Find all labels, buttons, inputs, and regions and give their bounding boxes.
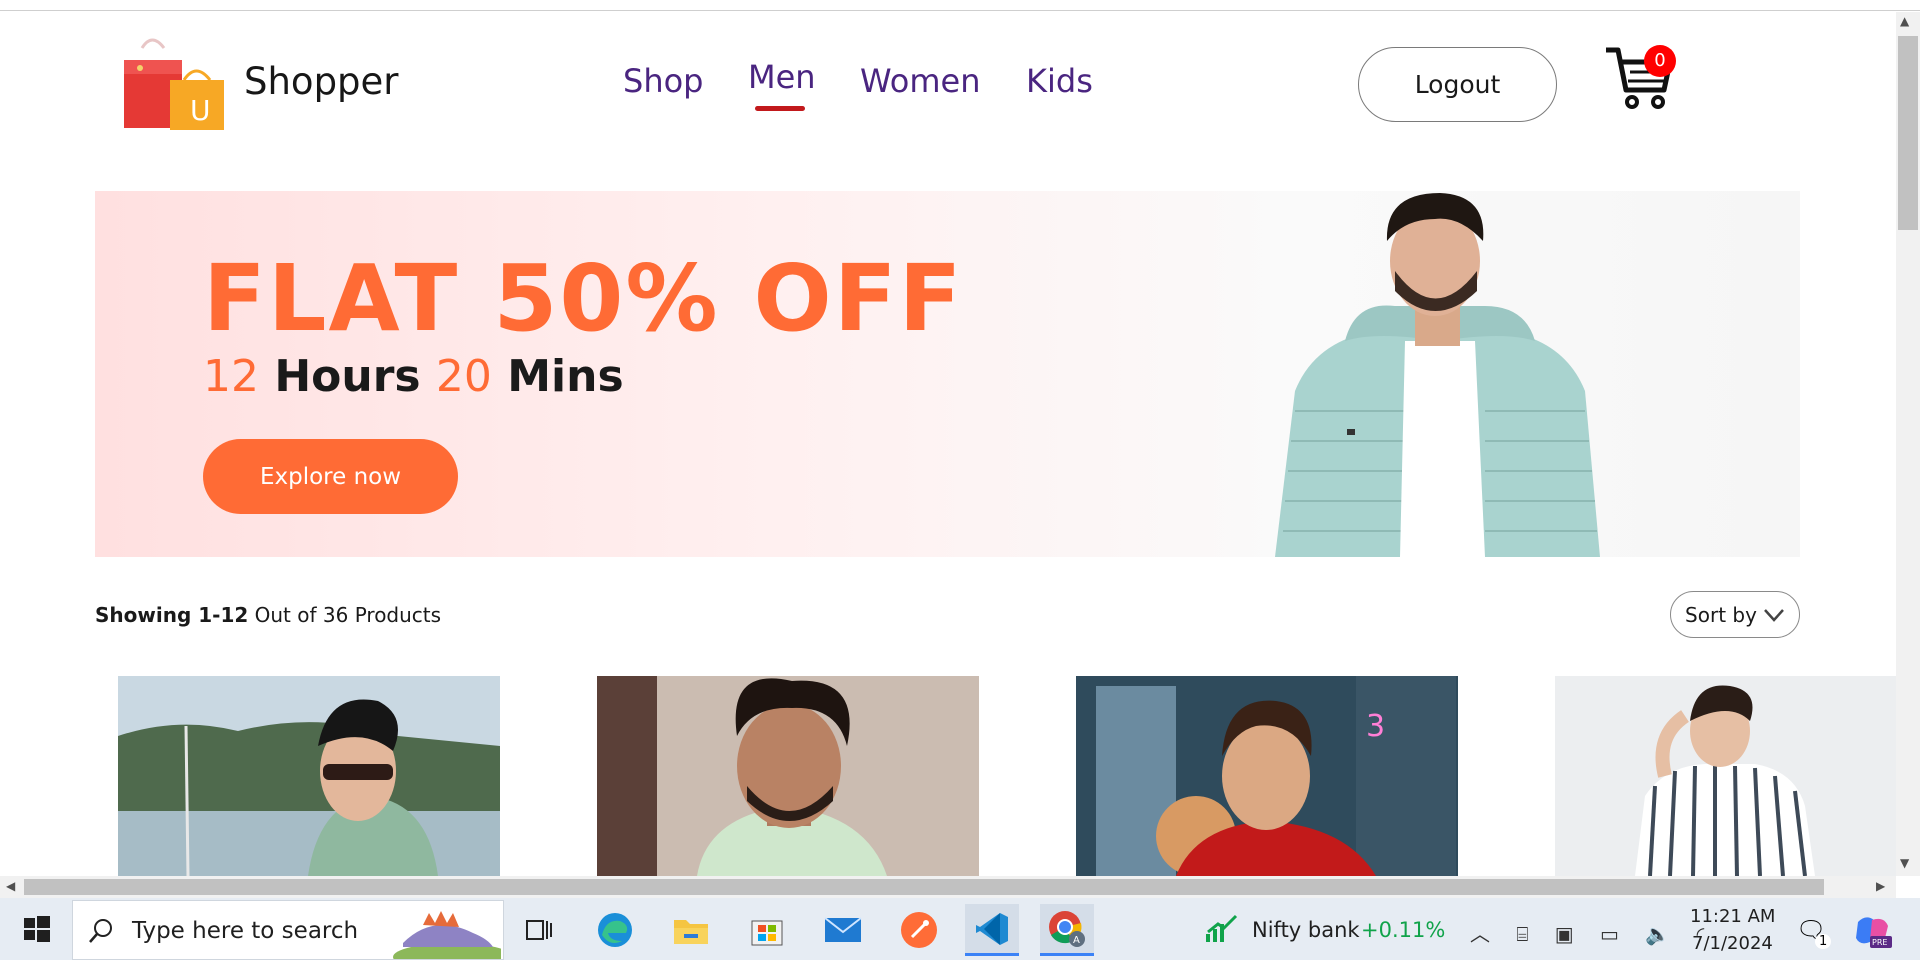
svg-text:PRE: PRE xyxy=(1872,938,1887,947)
windows-start-icon[interactable] xyxy=(0,898,72,960)
battery-icon[interactable]: ▭ xyxy=(1600,922,1629,946)
countdown-mins: 20 xyxy=(435,351,492,402)
cart-count-badge: 0 xyxy=(1644,45,1676,77)
countdown-mins-label: Mins xyxy=(507,351,624,402)
vertical-scroll-thumb[interactable] xyxy=(1898,36,1918,230)
svg-text:3: 3 xyxy=(1366,709,1385,744)
mail-icon[interactable] xyxy=(816,904,870,956)
scroll-up-arrow-icon[interactable]: ▲ xyxy=(1900,14,1909,28)
chevron-down-icon xyxy=(1763,603,1785,627)
horizontal-scroll-thumb[interactable] xyxy=(24,879,1824,895)
product-card-image[interactable]: 3 xyxy=(1076,676,1458,876)
banner-countdown: 12 Hours 20 Mins xyxy=(203,351,624,402)
edge-browser-icon[interactable] xyxy=(588,904,642,956)
screen-capture-icon[interactable]: ▣ xyxy=(1555,922,1584,946)
show-hidden-icons-icon[interactable]: ︿ xyxy=(1470,922,1500,946)
browser-top-border xyxy=(0,10,1920,11)
nav-men[interactable]: Men xyxy=(748,58,816,96)
svg-text:A: A xyxy=(1073,935,1080,946)
dinosaur-search-highlight-icon xyxy=(393,911,501,959)
logout-button[interactable]: Logout xyxy=(1358,47,1557,122)
showing-total: Out of 36 Products xyxy=(254,603,442,627)
sort-by-label: Sort by xyxy=(1685,602,1757,627)
nifty-bank-label[interactable]: Nifty bank xyxy=(1252,918,1360,942)
nav-kids[interactable]: Kids xyxy=(1026,62,1093,100)
svg-text:U: U xyxy=(190,94,211,127)
taskbar-clock-date[interactable]: 7/1/2024 xyxy=(1692,933,1773,954)
explore-now-button[interactable]: Explore now xyxy=(203,439,458,514)
meet-now-icon[interactable]: ⌸ xyxy=(1516,922,1538,946)
browser-viewport: U Shopper Shop Men Women Kids Logout 0 F… xyxy=(0,0,1920,960)
taskbar-clock-time[interactable]: 11:21 AM xyxy=(1690,906,1775,927)
shopper-logo-icon[interactable]: U xyxy=(122,36,226,130)
product-card-image[interactable] xyxy=(118,676,500,876)
taskbar-search-placeholder: Type here to search xyxy=(132,918,359,944)
product-card-image[interactable] xyxy=(597,676,979,876)
scroll-down-arrow-icon[interactable]: ▼ xyxy=(1900,856,1909,870)
scroll-left-arrow-icon[interactable]: ◀ xyxy=(6,879,15,893)
file-explorer-icon[interactable] xyxy=(664,904,718,956)
nav-shop[interactable]: Shop xyxy=(623,62,703,100)
microsoft-store-icon[interactable] xyxy=(740,904,794,956)
countdown-hours: 12 xyxy=(203,351,259,402)
countdown-hours-label: Hours xyxy=(274,351,421,402)
nav-active-indicator xyxy=(755,106,805,111)
volume-icon[interactable]: 🔈 xyxy=(1645,922,1680,946)
scroll-right-arrow-icon[interactable]: ▶ xyxy=(1876,879,1885,893)
sort-by-button[interactable]: Sort by xyxy=(1670,591,1800,638)
product-card-image[interactable] xyxy=(1555,676,1897,876)
nifty-bank-change: +0.11% xyxy=(1361,918,1446,942)
postman-app-icon[interactable] xyxy=(892,904,946,956)
nav-women[interactable]: Women xyxy=(860,62,980,100)
copilot-icon[interactable]: PRE xyxy=(1852,912,1892,954)
stock-trend-icon[interactable] xyxy=(1204,914,1240,948)
system-tray-icons[interactable]: ︿ ⌸ ▣ ▭ 🔈 ◜ xyxy=(1470,918,1714,947)
hero-banner: FLAT 50% OFF 12 Hours 20 Mins Explore no… xyxy=(95,191,1800,557)
notification-count-badge: 1 xyxy=(1815,934,1832,949)
task-view-icon[interactable] xyxy=(512,904,566,956)
banner-title: FLAT 50% OFF xyxy=(203,245,964,352)
vscode-icon[interactable] xyxy=(965,904,1019,956)
product-count-text: Showing 1-12 Out of 36 Products xyxy=(95,603,441,627)
showing-range: Showing 1-12 xyxy=(95,603,249,627)
brand-name: Shopper xyxy=(244,60,399,103)
search-icon xyxy=(89,919,112,943)
chrome-browser-icon[interactable]: A xyxy=(1040,904,1094,956)
banner-model-image xyxy=(1255,191,1625,557)
